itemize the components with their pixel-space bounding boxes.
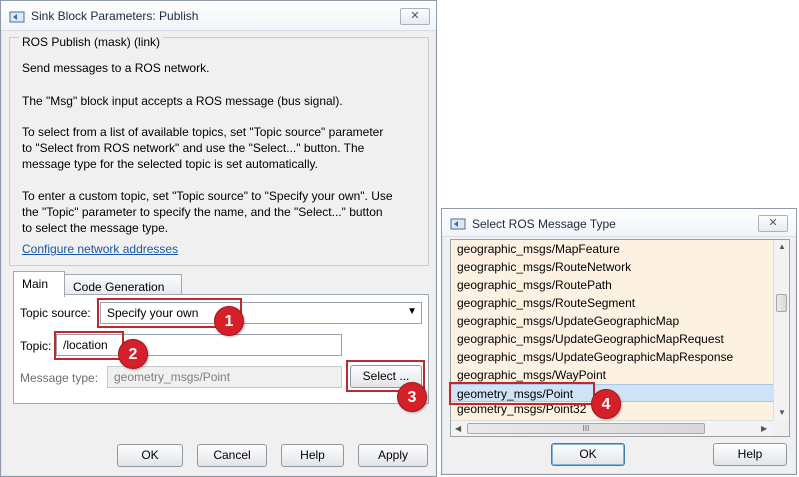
list-item[interactable]: geographic_msgs/MapFeature (457, 240, 620, 258)
ok-button[interactable]: OK (117, 444, 183, 467)
list-item[interactable]: geographic_msgs/RouteSegment (457, 294, 635, 312)
scroll-left-icon[interactable]: ◀ (455, 424, 461, 433)
callout-badge: 3 (397, 382, 427, 412)
close-button[interactable]: ✕ (758, 215, 788, 232)
help-button[interactable]: Help (281, 444, 344, 467)
description-line: the "Topic" parameter to specify the nam… (22, 205, 383, 219)
window-title: Select ROS Message Type (472, 217, 616, 231)
callout-badge: 4 (591, 389, 621, 419)
description-line: message type for the selected topic is s… (22, 157, 318, 171)
title-bar[interactable]: Select ROS Message Type ✕ (442, 209, 796, 237)
select-message-type-dialog: Select ROS Message Type ✕ geographic_msg… (441, 208, 797, 475)
close-icon: ✕ (410, 10, 420, 22)
description-line: The "Msg" block input accepts a ROS mess… (22, 94, 343, 108)
help-button[interactable]: Help (713, 443, 787, 466)
topic-label: Topic: (20, 339, 52, 353)
scroll-thumb[interactable] (776, 294, 787, 312)
cancel-button[interactable]: Cancel (197, 444, 267, 467)
title-bar[interactable]: Sink Block Parameters: Publish ✕ (1, 1, 436, 31)
horizontal-scrollbar[interactable]: ◀ III ▶ (451, 420, 773, 436)
configure-network-link[interactable]: Configure network addresses (22, 242, 178, 256)
description-line: To select from a list of available topic… (22, 125, 384, 139)
topic-source-label: Topic source: (20, 306, 91, 320)
callout-badge: 2 (118, 339, 148, 369)
apply-button[interactable]: Apply (358, 444, 428, 467)
scroll-grip-icon: III (582, 424, 590, 433)
list-item[interactable]: geographic_msgs/UpdateGeographicMapRespo… (457, 348, 733, 366)
callout-badge: 1 (214, 306, 244, 336)
sink-block-parameters-dialog: Sink Block Parameters: Publish ✕ ROS Pub… (0, 0, 437, 477)
description-line: To enter a custom topic, set "Topic sour… (22, 189, 393, 203)
list-item[interactable]: geographic_msgs/UpdateGeographicMapReque… (457, 330, 724, 348)
ok-button[interactable]: OK (551, 443, 625, 466)
list-item[interactable]: geographic_msgs/UpdateGeographicMap (457, 312, 679, 330)
tab-main[interactable]: Main (13, 271, 65, 297)
description-line: to select the message type. (22, 221, 169, 235)
callout-highlight-selected-type (449, 382, 595, 405)
description-line: to "Select from ROS network" and use the… (22, 141, 365, 155)
message-type-value: geometry_msgs/Point (114, 370, 231, 384)
scroll-right-icon[interactable]: ▶ (761, 424, 767, 433)
scroll-thumb[interactable]: III (467, 423, 705, 434)
tab-label: Code Generation (73, 280, 165, 294)
scroll-up-icon[interactable]: ▲ (778, 242, 786, 251)
tab-label: Main (22, 277, 49, 291)
dropdown-arrow-icon: ▼ (407, 306, 417, 317)
message-type-input: geometry_msgs/Point (107, 366, 342, 388)
message-type-label: Message type: (20, 371, 99, 385)
scroll-down-icon[interactable]: ▼ (778, 408, 786, 417)
scroll-corner (773, 420, 789, 436)
list-item[interactable]: geographic_msgs/RouteNetwork (457, 258, 631, 276)
callout-highlight-topic (54, 331, 124, 360)
window-title: Sink Block Parameters: Publish (31, 9, 199, 23)
description-line: Send messages to a ROS network. (22, 61, 210, 75)
block-icon (450, 218, 466, 230)
close-icon: ✕ (768, 217, 778, 229)
vertical-scrollbar[interactable]: ▲ ▼ (773, 240, 789, 422)
close-button[interactable]: ✕ (400, 8, 430, 25)
section-label: ROS Publish (mask) (link) (19, 35, 164, 49)
block-icon (9, 11, 25, 23)
list-item[interactable]: geometry_msgs/Point32 (457, 403, 586, 417)
list-item[interactable]: geographic_msgs/RoutePath (457, 276, 612, 294)
